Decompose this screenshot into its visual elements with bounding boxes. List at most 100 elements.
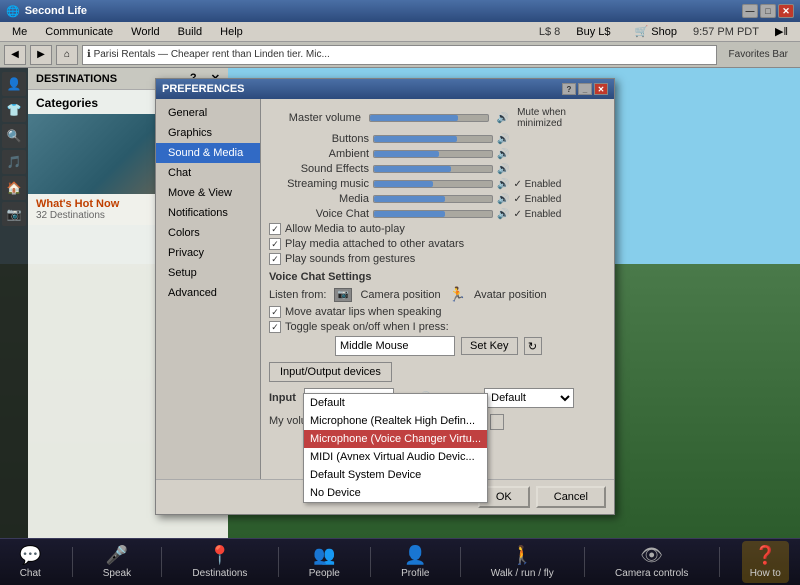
buy-button[interactable]: Buy L$ <box>568 24 618 40</box>
nav-sound-media[interactable]: Sound & Media <box>156 143 260 163</box>
maximize-button[interactable]: □ <box>760 4 776 18</box>
voice-chat-label: Voice Chat <box>269 208 369 220</box>
nav-setup[interactable]: Setup <box>156 263 260 283</box>
sidebar-icon-search[interactable]: 🔍 <box>2 124 26 148</box>
checkbox-move-lips: ✓ Move avatar lips when speaking <box>269 306 606 318</box>
dropdown-item-no-device[interactable]: No Device <box>304 484 487 502</box>
shop-button[interactable]: 🛒 Shop <box>627 23 685 40</box>
nav-general[interactable]: General <box>156 103 260 123</box>
streaming-speaker-icon[interactable]: 🔊 <box>497 179 509 190</box>
voice-chat-speaker-icon[interactable]: 🔊 <box>497 209 509 220</box>
io-section: Input/Output devices <box>269 362 606 382</box>
master-volume-label: Master volume <box>269 112 361 124</box>
buttons-speaker-icon[interactable]: 🔊 <box>497 134 509 145</box>
sound-effects-slider[interactable] <box>373 165 493 173</box>
speak-icon: 🎤 <box>106 545 128 566</box>
nav-privacy[interactable]: Privacy <box>156 243 260 263</box>
voice-chat-slider[interactable] <box>373 210 493 218</box>
nav-chat[interactable]: Chat <box>156 163 260 183</box>
dropdown-item-default[interactable]: Default <box>304 394 487 412</box>
menu-me[interactable]: Me <box>4 24 35 40</box>
sounds-gestures-checkbox[interactable]: ✓ <box>269 253 281 265</box>
sounds-gestures-label: Play sounds from gestures <box>285 253 415 265</box>
set-key-button[interactable]: Set Key <box>461 337 518 355</box>
prefs-close-btn[interactable]: ✕ <box>594 83 608 95</box>
menu-build[interactable]: Build <box>170 24 210 40</box>
key-input-field[interactable] <box>335 336 455 356</box>
buttons-slider[interactable] <box>373 135 493 143</box>
nav-move-view[interactable]: Move & View <box>156 183 260 203</box>
media-enabled-label: ✓ Enabled <box>513 194 561 205</box>
camera-controls-label: Camera controls <box>615 568 688 579</box>
master-volume-speaker-icon[interactable]: 🔊 <box>497 113 509 124</box>
taskbar-profile[interactable]: 👤 Profile <box>393 541 437 583</box>
media-avatars-checkbox[interactable]: ✓ <box>269 238 281 250</box>
taskbar-destinations[interactable]: 📍 Destinations <box>184 541 255 583</box>
close-button[interactable]: ✕ <box>778 4 794 18</box>
prefs-help-btn[interactable]: ? <box>562 83 576 95</box>
sound-effects-speaker-icon[interactable]: 🔊 <box>497 164 509 175</box>
cancel-button[interactable]: Cancel <box>536 486 606 508</box>
dropdown-item-midi[interactable]: MIDI (Avnex Virtual Audio Devic... <box>304 448 487 466</box>
master-volume-slider[interactable] <box>369 114 489 122</box>
dropdown-item-system-device[interactable]: Default System Device <box>304 466 487 484</box>
menu-help[interactable]: Help <box>212 24 251 40</box>
media-speaker-icon[interactable]: 🔊 <box>497 194 509 205</box>
dropdown-item-voice-changer[interactable]: Microphone (Voice Changer Virtu... <box>304 430 487 448</box>
ambient-speaker-icon[interactable]: 🔊 <box>497 149 509 160</box>
camera-position-label: Camera position <box>360 289 440 301</box>
sidebar-icon-avatar[interactable]: 👤 <box>2 72 26 96</box>
auto-play-checkbox[interactable]: ✓ <box>269 223 281 235</box>
refresh-button[interactable]: ↻ <box>524 337 542 355</box>
output-select[interactable]: Default <box>484 388 574 408</box>
howto-icon: ❓ <box>754 545 776 566</box>
destinations-label: Destinations <box>192 568 247 579</box>
menu-world[interactable]: World <box>123 24 168 40</box>
forward-button[interactable]: ▶ <box>30 45 52 65</box>
avatar-run-icon: 🏃 <box>449 286 466 303</box>
media-button[interactable]: ▶‖ <box>767 23 796 40</box>
dropdown-item-realtek[interactable]: Microphone (Realtek High Defin... <box>304 412 487 430</box>
toggle-speak-label: Toggle speak on/off when I press: <box>285 321 449 333</box>
balance-display: L$ 8 <box>539 26 560 38</box>
minimize-button[interactable]: — <box>742 4 758 18</box>
title-bar: 🌐 Second Life — □ ✕ <box>0 0 800 22</box>
home-button[interactable]: ⌂ <box>56 45 78 65</box>
address-bar[interactable]: ℹ Parisi Rentals — Cheaper rent than Lin… <box>82 45 717 65</box>
speak-label: Speak <box>103 568 131 579</box>
slider-row-ambient: Ambient 🔊 <box>269 148 606 160</box>
sidebar-icon-camera[interactable]: 📷 <box>2 202 26 226</box>
move-lips-checkbox[interactable]: ✓ <box>269 306 281 318</box>
back-button[interactable]: ◀ <box>4 45 26 65</box>
taskbar-divider-6 <box>584 547 585 577</box>
auto-play-label: Allow Media to auto-play <box>285 223 405 235</box>
left-sidebar: 👤 👕 🔍 🎵 🏠 📷 <box>0 68 28 558</box>
sidebar-icon-clothing[interactable]: 👕 <box>2 98 26 122</box>
prefs-minimize-btn[interactable]: _ <box>578 83 592 95</box>
ambient-slider[interactable] <box>373 150 493 158</box>
taskbar-divider-7 <box>719 547 720 577</box>
key-input-row: Set Key ↻ <box>269 336 606 356</box>
slider-row-media: Media 🔊 ✓ Enabled <box>269 193 606 205</box>
taskbar-people[interactable]: 👥 People <box>301 541 348 583</box>
streaming-slider[interactable] <box>373 180 493 188</box>
nav-advanced[interactable]: Advanced <box>156 283 260 303</box>
main-content: 👤 👕 🔍 🎵 🏠 📷 DESTINATIONS ? _ ✕ Categorie… <box>0 68 800 558</box>
menu-communicate[interactable]: Communicate <box>37 24 121 40</box>
nav-notifications[interactable]: Notifications <box>156 203 260 223</box>
taskbar-divider-4 <box>370 547 371 577</box>
io-devices-button[interactable]: Input/Output devices <box>269 362 392 382</box>
sidebar-icon-music[interactable]: 🎵 <box>2 150 26 174</box>
sidebar-icon-home[interactable]: 🏠 <box>2 176 26 200</box>
taskbar-howto[interactable]: ❓ How to <box>742 541 789 583</box>
taskbar-chat[interactable]: 💬 Chat <box>11 541 49 583</box>
nav-colors[interactable]: Colors <box>156 223 260 243</box>
taskbar-speak[interactable]: 🎤 Speak <box>95 541 139 583</box>
nav-graphics[interactable]: Graphics <box>156 123 260 143</box>
camera-button[interactable]: 📷 <box>334 288 352 302</box>
prefs-titlebar: PREFERENCES ? _ ✕ <box>156 79 614 99</box>
taskbar-camera[interactable]: 👁 Camera controls <box>607 541 696 583</box>
media-slider[interactable] <box>373 195 493 203</box>
taskbar-walk-run-fly[interactable]: 🚶 Walk / run / fly <box>483 541 562 583</box>
toggle-speak-checkbox[interactable]: ✓ <box>269 321 281 333</box>
